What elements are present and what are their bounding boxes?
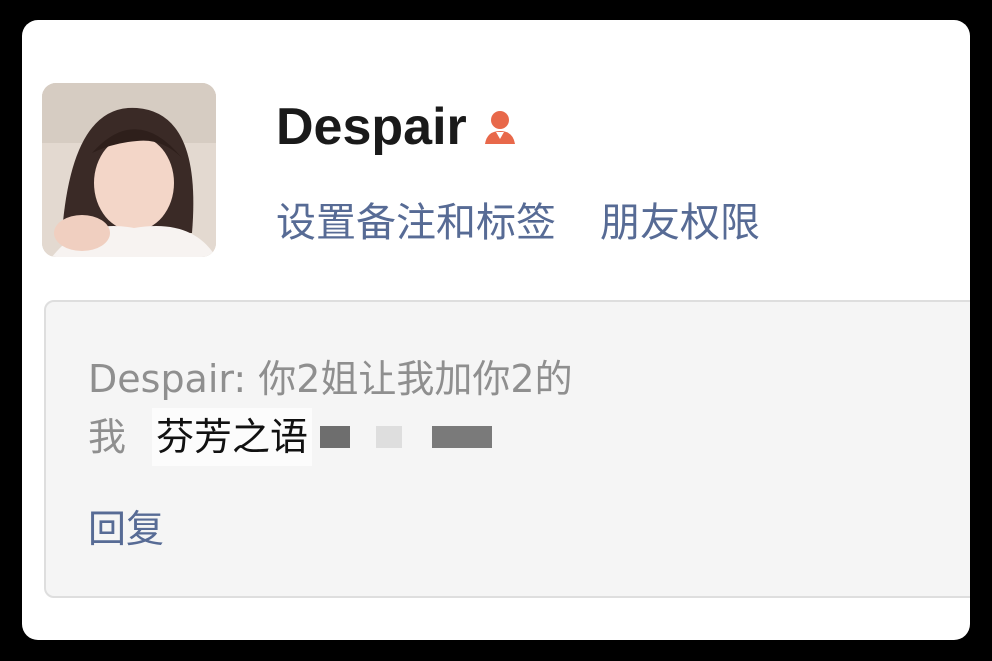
avatar[interactable] <box>42 83 216 257</box>
request-message-line-2: 我 芬芳之语 <box>88 408 948 466</box>
redacted-block <box>432 426 493 448</box>
request-message-prefix: 我 <box>88 415 127 459</box>
female-user-icon <box>484 111 515 144</box>
overlay-caption: 芬芳之语 <box>152 408 313 466</box>
redacted-block <box>320 426 351 448</box>
request-message-line-1: Despair: 你2姐让我加你2的 <box>88 357 573 401</box>
contact-name: Despair <box>276 98 467 156</box>
contact-name-row: Despair <box>276 92 521 162</box>
friend-profile-card: Despair 设置备注和标签 朋友权限 Despair: 你2姐让我加你2的 … <box>22 20 970 640</box>
avatar-photo <box>42 83 216 257</box>
profile-actions: 设置备注和标签 朋友权限 <box>276 190 760 248</box>
reply-link[interactable]: 回复 <box>88 498 164 553</box>
friend-permission-link[interactable]: 朋友权限 <box>600 190 760 248</box>
request-message: Despair: 你2姐让我加你2的 我 芬芳之语 <box>88 350 948 466</box>
friend-request-box: Despair: 你2姐让我加你2的 我 芬芳之语 回复 <box>44 300 970 598</box>
redacted-block <box>376 426 403 448</box>
set-remark-and-tags-link[interactable]: 设置备注和标签 <box>276 190 556 248</box>
